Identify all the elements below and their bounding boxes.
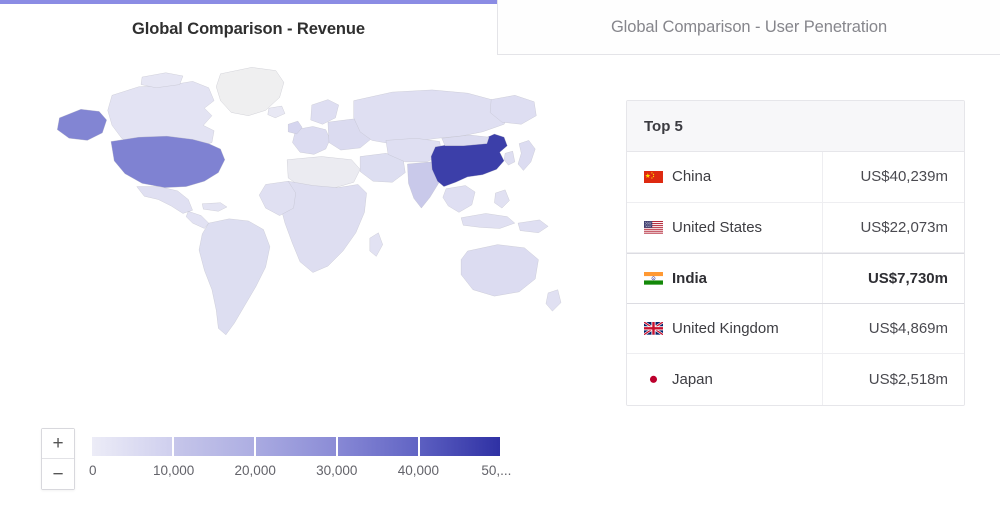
tab-global-comparison-revenue[interactable]: Global Comparison - Revenue <box>0 0 497 62</box>
map-region-new-zealand[interactable] <box>545 289 562 312</box>
top5-revenue-table: Top 5 China US$40,239m United States US$22,… <box>626 100 965 406</box>
map-color-legend: 0 10,000 20,000 30,000 40,000 50,... <box>88 437 511 485</box>
flag-icon-gb <box>643 321 664 336</box>
table-header-label: Top 5 <box>644 117 683 135</box>
map-region-alaska[interactable] <box>57 109 107 141</box>
revenue-value: US$7,730m <box>867 269 948 287</box>
map-region-united-states[interactable] <box>110 135 225 188</box>
legend-segment-3 <box>338 437 418 456</box>
flag-icon-in <box>644 272 663 285</box>
country-name: China <box>672 168 712 186</box>
zoom-out-button[interactable]: − <box>42 459 74 489</box>
table-row[interactable]: India US$7,730m <box>627 253 964 304</box>
table-row[interactable]: China US$40,239m <box>627 152 964 203</box>
legend-segment-4 <box>420 437 500 456</box>
flag-icon-cn <box>644 170 663 184</box>
tab-bar: Global Comparison - Revenue Global Compa… <box>0 0 1000 62</box>
map-region-japan[interactable] <box>517 140 536 171</box>
tab-label: Global Comparison - Revenue <box>132 19 365 38</box>
table-cell-value: US$40,239m <box>823 152 964 202</box>
flag-icon-jp <box>644 373 663 386</box>
map-region-caribbean[interactable] <box>202 202 228 212</box>
map-region-new-guinea[interactable] <box>517 219 549 233</box>
country-name: India <box>672 269 708 287</box>
map-region-south-america[interactable] <box>198 218 271 335</box>
table-cell-country: China <box>627 152 823 202</box>
legend-segment-0 <box>92 437 172 456</box>
map-region-australia[interactable] <box>460 244 539 297</box>
map-region-philippines[interactable] <box>494 189 510 209</box>
table-cell-country: Japan <box>627 354 823 405</box>
table-row[interactable]: United States US$22,073m <box>627 202 964 253</box>
table-cell-country: United States <box>627 202 823 252</box>
table-row[interactable]: Japan US$2,518m <box>627 354 964 405</box>
country-name: Japan <box>672 370 713 388</box>
map-region-russia[interactable] <box>353 89 511 144</box>
revenue-value: US$4,869m <box>868 319 948 337</box>
table-row[interactable]: United Kingdom US$4,869m <box>627 303 964 354</box>
table-cell-country: India <box>627 254 823 303</box>
legend-gradient-bar[interactable] <box>92 437 500 456</box>
tab-label: Global Comparison - User Penetration <box>610 17 888 36</box>
table-header: Top 5 <box>627 101 964 152</box>
map-zoom-control: + − <box>41 428 75 490</box>
map-region-korea[interactable] <box>503 151 515 166</box>
map-region-indonesia[interactable] <box>460 213 515 229</box>
map-region-madagascar[interactable] <box>369 232 383 257</box>
flag-icon-us <box>644 221 663 234</box>
legend-tick-labels: 0 10,000 20,000 30,000 40,000 50,... <box>88 463 511 485</box>
map-region-iceland[interactable] <box>267 105 286 118</box>
revenue-value: US$22,073m <box>860 218 948 236</box>
legend-tick-5: 50,... <box>481 463 512 478</box>
map-region-southeast-asia[interactable] <box>442 185 476 213</box>
table-cell-value: US$22,073m <box>823 203 964 253</box>
legend-segment-2 <box>256 437 336 456</box>
legend-tick-2: 20,000 <box>234 463 276 478</box>
legend-tick-1: 10,000 <box>152 463 195 478</box>
map-region-scandinavia[interactable] <box>310 99 339 125</box>
world-choropleth-map[interactable] <box>30 62 570 352</box>
zoom-in-button[interactable]: + <box>42 429 74 459</box>
map-region-mexico[interactable] <box>136 186 193 214</box>
table-body: China US$40,239m United States US$22,073m In… <box>627 152 964 405</box>
revenue-value: US$2,518m <box>868 370 948 388</box>
table-cell-value: US$4,869m <box>823 304 964 354</box>
legend-segment-1 <box>174 437 254 456</box>
legend-tick-3: 30,000 <box>316 463 358 478</box>
table-cell-value: US$7,730m <box>823 254 964 303</box>
table-cell-country: United Kingdom <box>627 303 823 353</box>
country-name: United States <box>672 218 763 236</box>
map-region-central-america[interactable] <box>186 211 209 229</box>
tab-global-comparison-user-penetration[interactable]: Global Comparison - User Penetration <box>497 0 1000 55</box>
table-cell-value: US$2,518m <box>823 354 964 405</box>
revenue-value: US$40,239m <box>860 168 948 186</box>
legend-tick-4: 40,000 <box>397 463 440 478</box>
country-name: United Kingdom <box>672 319 779 337</box>
legend-tick-0: 0 <box>88 463 97 478</box>
